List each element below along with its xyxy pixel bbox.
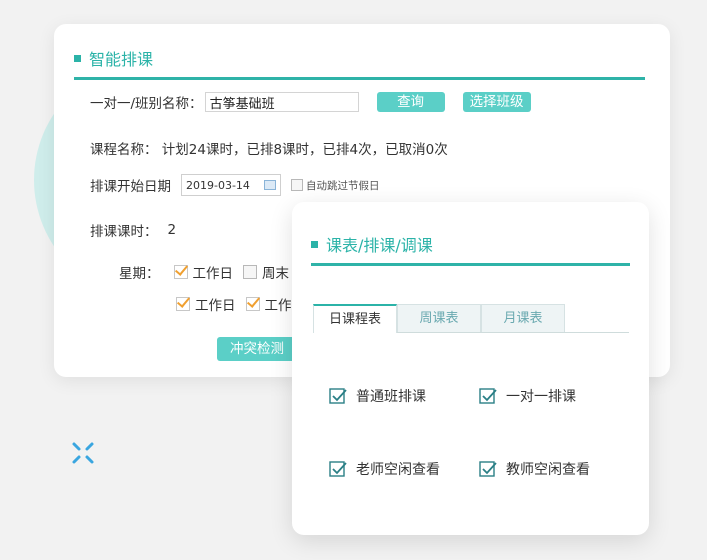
- start-date-input[interactable]: 2019-03-14: [181, 174, 281, 196]
- schedule-tabs: 日课程表 周课表 月课表: [313, 304, 629, 333]
- popup-title: 课表/排课/调课: [311, 232, 630, 266]
- start-date-label: 排课开始日期: [90, 179, 171, 195]
- option-normal-class[interactable]: 普通班排课: [329, 386, 426, 406]
- option-teacher-free[interactable]: 老师空闲查看: [329, 459, 440, 479]
- week-option-work-2[interactable]: 工作: [245, 294, 292, 314]
- week-option-workday[interactable]: 工作日: [173, 262, 233, 282]
- week-option-workday-2[interactable]: 工作日: [176, 294, 236, 314]
- hours-label: 排课课时：: [90, 224, 158, 240]
- select-class-button[interactable]: 选择班级: [462, 92, 531, 112]
- checkbox-checked[interactable]: [245, 297, 260, 311]
- hours-row: 排课课时： 2: [90, 220, 176, 240]
- course-info: 课程名称： 计划24课时，已排8课时，已排4次，已取消0次: [90, 142, 448, 158]
- schedule-popup-card: 课表/排课/调课 日课程表 周课表 月课表 普通班排课 一对一排课 老师空闲查看…: [292, 202, 649, 535]
- option-one-to-one[interactable]: 一对一排课: [479, 386, 576, 406]
- start-date-row: 排课开始日期 2019-03-14 自动跳过节假日: [90, 174, 380, 196]
- check-icon: [329, 461, 347, 477]
- class-name-input[interactable]: [204, 92, 359, 112]
- check-icon: [479, 461, 497, 477]
- query-button[interactable]: 查询: [376, 92, 445, 112]
- calendar-icon[interactable]: [264, 180, 276, 190]
- title-square-icon: [74, 54, 81, 62]
- week-option-weekend[interactable]: 周末: [243, 262, 289, 282]
- title-square-icon: [311, 240, 318, 248]
- conflict-check-button[interactable]: 冲突检测: [217, 337, 297, 361]
- tab-monthly[interactable]: 月课表: [481, 304, 565, 332]
- sparkle-icon: [72, 442, 94, 464]
- class-name-label: 一对一/班别名称：: [90, 96, 203, 112]
- week-row-1: 星期： 工作日 周末: [119, 262, 299, 282]
- hours-value[interactable]: 2: [168, 222, 177, 238]
- option-instructor-free[interactable]: 教师空闲查看: [479, 459, 590, 479]
- tab-daily[interactable]: 日课程表: [313, 304, 397, 333]
- week-row-2: 工作日 工作: [176, 294, 302, 314]
- skip-holiday-checkbox[interactable]: 自动跳过节假日: [291, 178, 380, 193]
- card-title: 智能排课: [74, 46, 645, 80]
- tab-weekly[interactable]: 周课表: [397, 304, 481, 332]
- class-name-row: 一对一/班别名称： 查询 选择班级: [90, 92, 531, 112]
- checkbox-checked[interactable]: [173, 265, 188, 279]
- week-label: 星期：: [119, 266, 160, 282]
- checkbox-box[interactable]: [291, 179, 303, 191]
- checkbox-checked[interactable]: [176, 297, 190, 311]
- check-icon: [329, 388, 347, 404]
- check-icon: [479, 388, 497, 404]
- checkbox-box[interactable]: [243, 265, 257, 279]
